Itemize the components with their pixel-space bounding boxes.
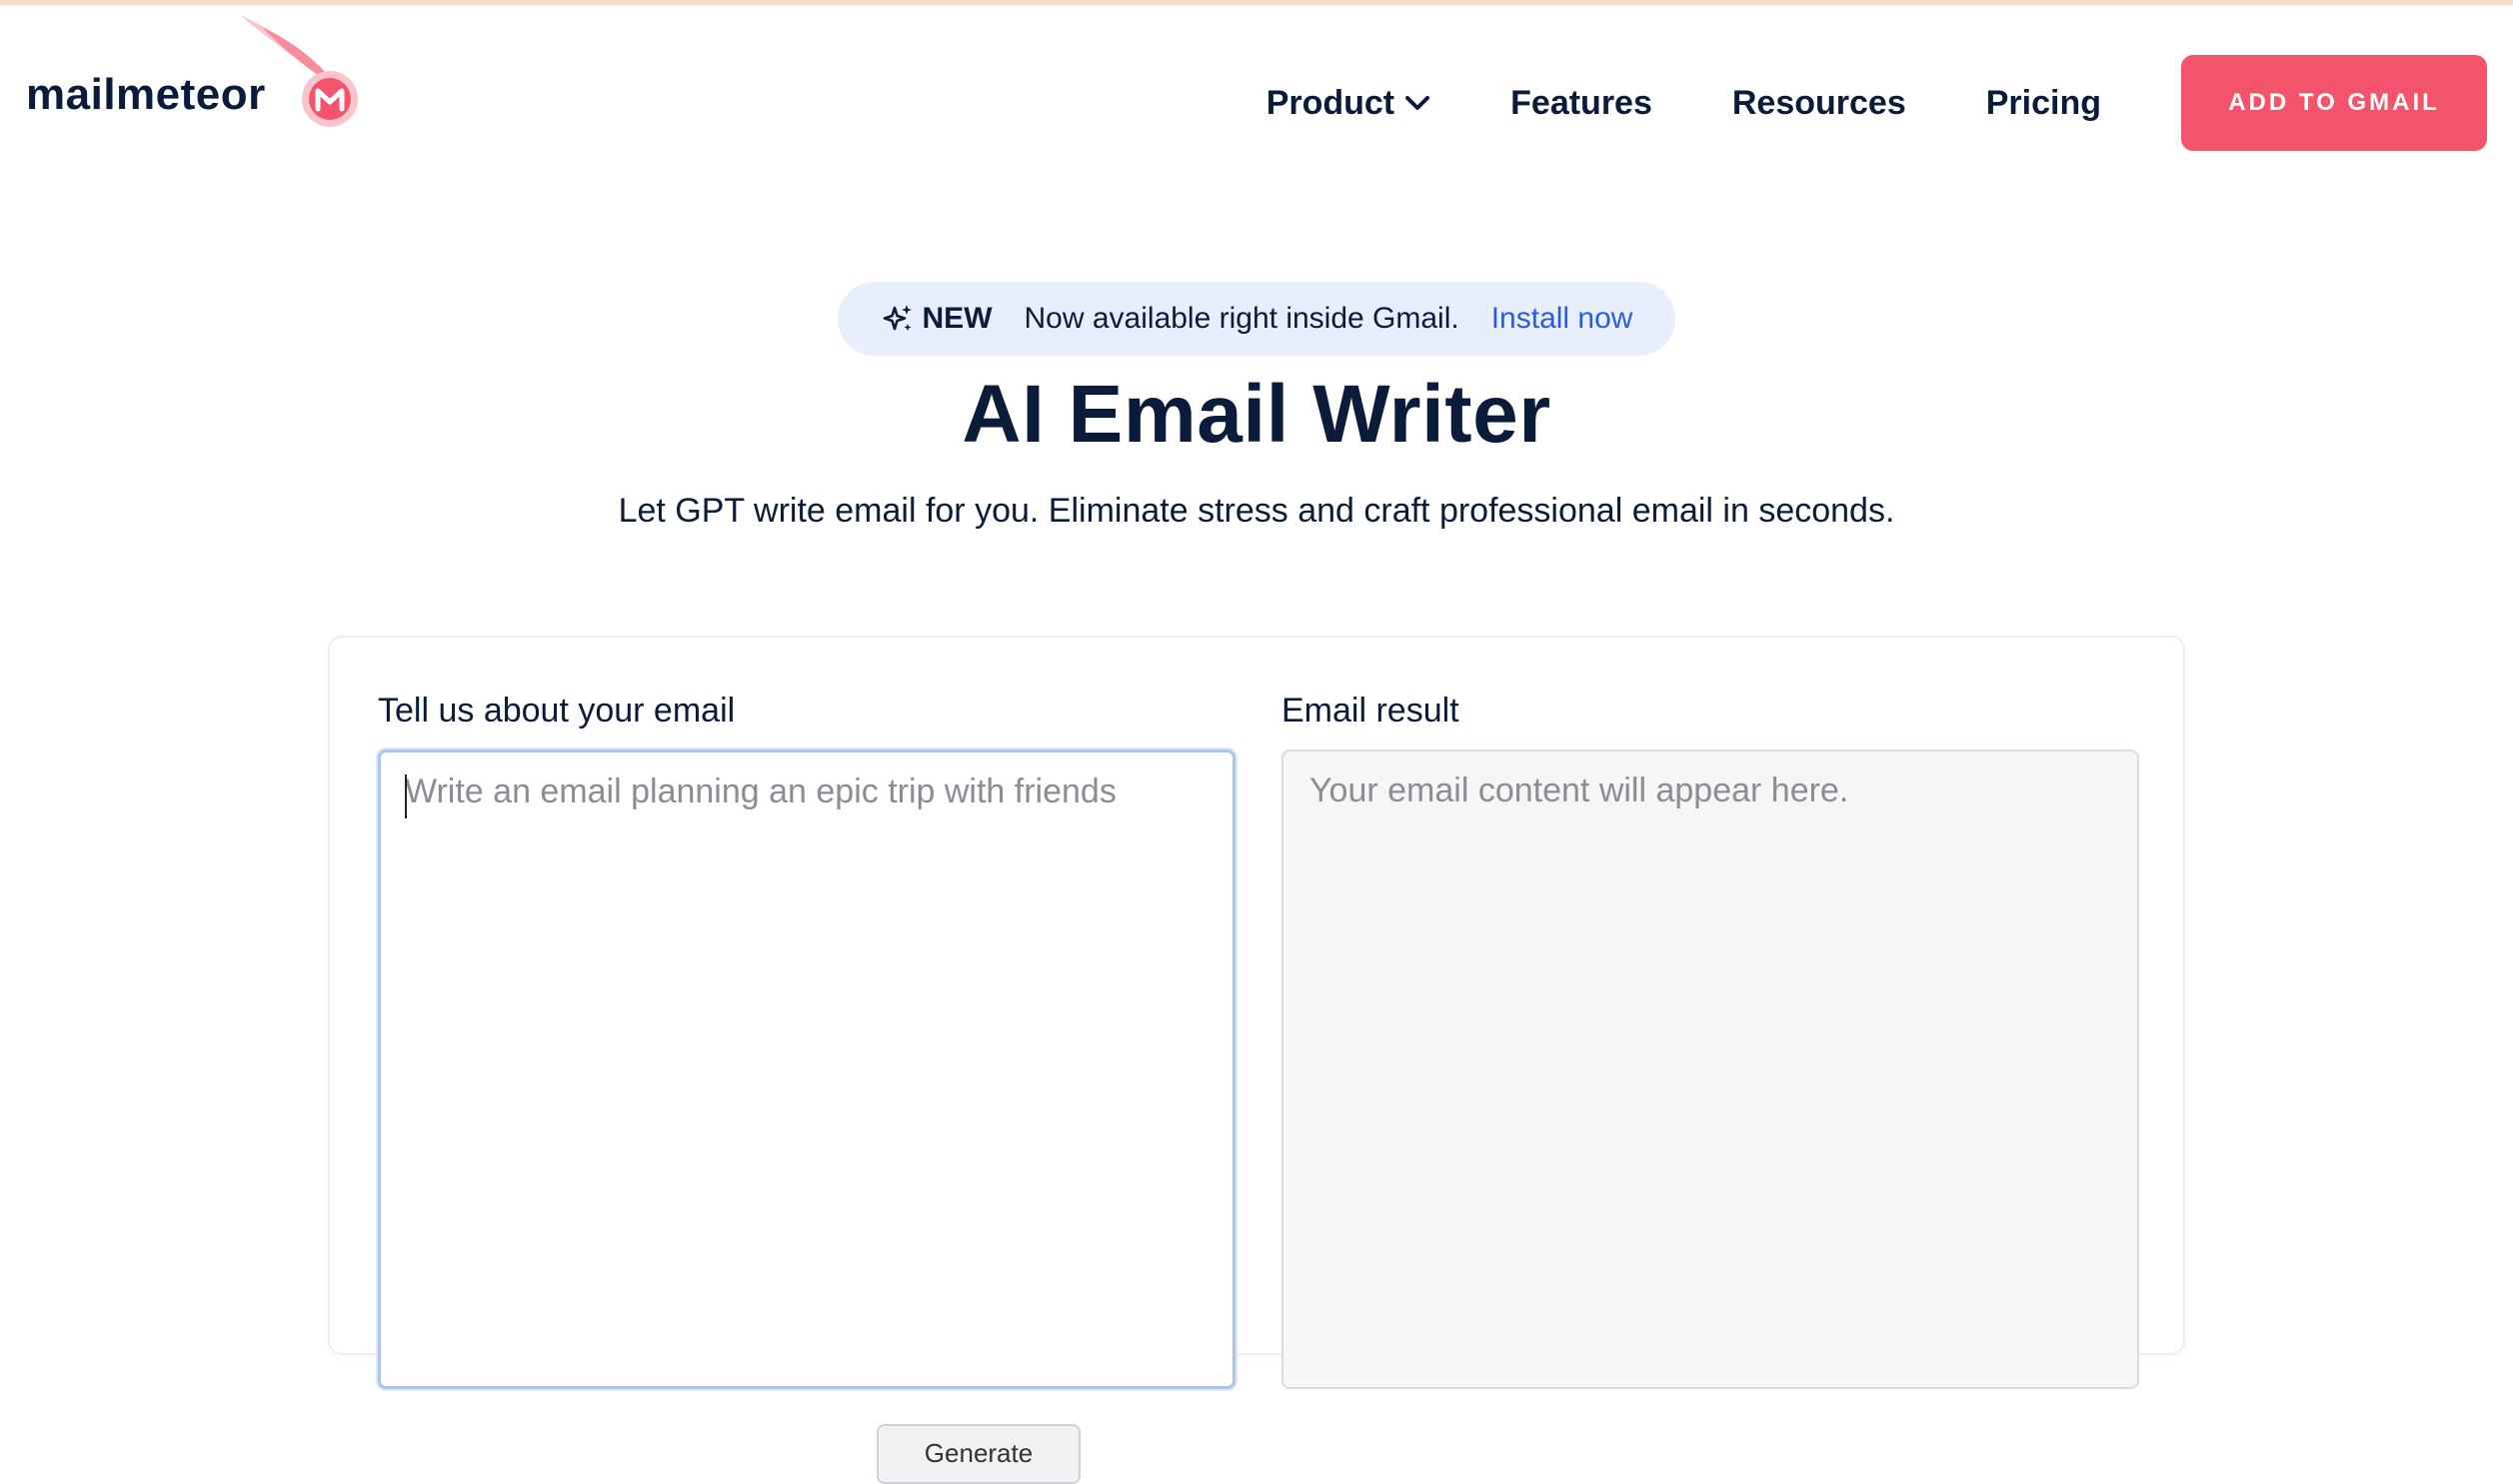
email-result-output: Your email content will appear here.: [1281, 749, 2139, 1389]
text-caret: [405, 774, 407, 818]
page-subtitle: Let GPT write email for you. Eliminate s…: [618, 492, 1895, 530]
chevron-down-icon: [1405, 96, 1430, 110]
nav-product-label: Product: [1265, 83, 1395, 122]
page-title: AI Email Writer: [962, 369, 1551, 460]
input-label: Tell us about your email: [378, 692, 736, 730]
nav-product[interactable]: Product: [1266, 84, 1430, 123]
output-placeholder: Your email content will appear here.: [1309, 771, 1849, 809]
site-header: mailmeteor Product Features Resources Pr…: [0, 5, 2513, 185]
brand-wordmark: mailmeteor: [26, 70, 266, 119]
main-nav: Product Features Resources Pricing ADD T…: [1266, 55, 2487, 151]
sparkle-icon: [883, 305, 912, 331]
announcement-message: Now available right inside Gmail.: [1024, 302, 1459, 335]
new-tag: NEW: [922, 302, 993, 335]
meteor-logo-icon: [240, 15, 358, 127]
add-to-gmail-button[interactable]: ADD TO GMAIL: [2181, 55, 2487, 151]
nav-features[interactable]: Features: [1510, 84, 1652, 123]
install-now-link[interactable]: Install now: [1491, 302, 1633, 336]
generate-button[interactable]: Generate: [877, 1424, 1081, 1484]
brand-logo[interactable]: mailmeteor: [26, 35, 266, 155]
nav-pricing[interactable]: Pricing: [1986, 84, 2101, 123]
nav-resources[interactable]: Resources: [1732, 84, 1906, 123]
email-prompt-input[interactable]: [381, 752, 1233, 1386]
output-label: Email result: [1281, 692, 1459, 730]
announcement-badge: NEW Now available right inside Gmail. In…: [838, 282, 1675, 356]
email-writer-card: Tell us about your email Email result Ge…: [328, 636, 2185, 1484]
email-prompt-box: Generate: [378, 749, 1236, 1484]
